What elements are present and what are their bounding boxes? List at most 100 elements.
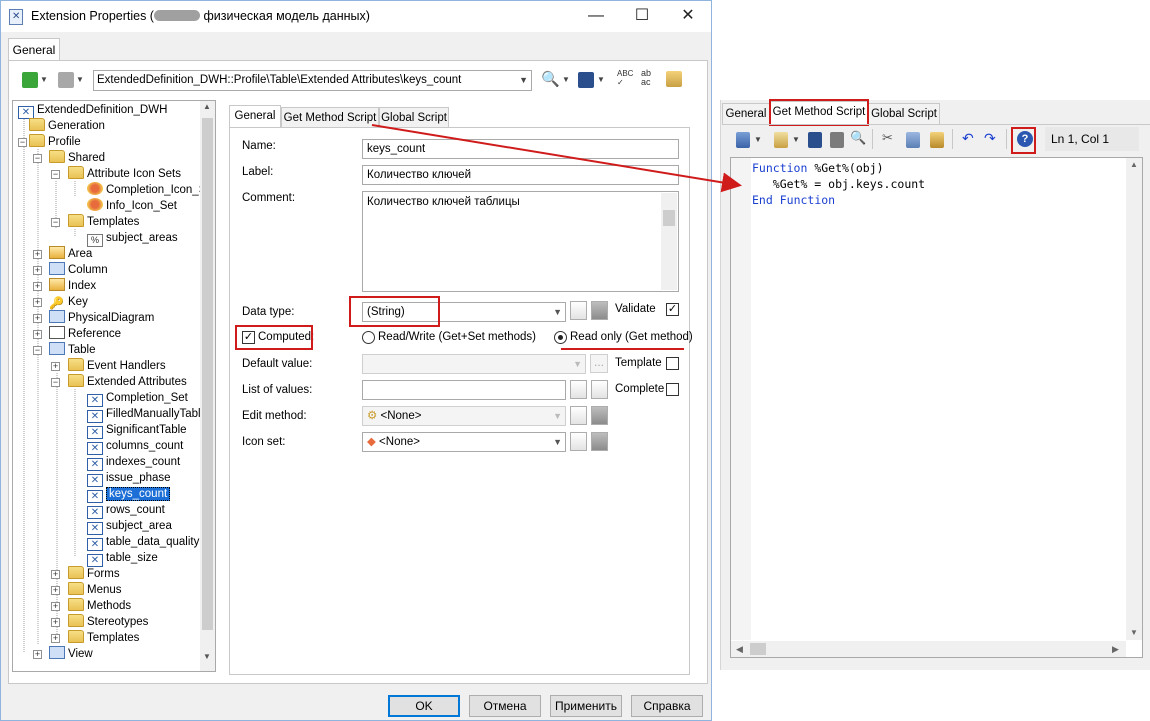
tree-item-completion-set[interactable]: ✕ Completion_Set [87, 390, 188, 407]
list-edit-button[interactable] [591, 380, 608, 399]
ok-button[interactable]: OK [388, 695, 460, 717]
default-value-combo[interactable]: ▼ [362, 354, 586, 374]
cancel-button[interactable]: Отмена [469, 695, 541, 717]
replace-icon[interactable]: ab ac [641, 69, 651, 87]
save-dropdown-icon[interactable]: ▼ [597, 75, 605, 84]
tree-item-subject-area[interactable]: ✕ subject_area [87, 518, 172, 535]
copy-icon[interactable] [906, 132, 920, 148]
search-dropdown-icon[interactable]: ▼ [562, 75, 570, 84]
tree-item-physical-diagram[interactable]: PhysicalDiagram [49, 310, 154, 326]
editor-horizontal-scrollbar[interactable] [731, 641, 1126, 657]
tree-item-stereotypes[interactable]: Stereotypes [68, 614, 148, 630]
save-icon[interactable] [808, 132, 822, 148]
tree-item-templates-table[interactable]: Templates [68, 630, 139, 646]
tree-item-filled-manually-table[interactable]: ✕ FilledManuallyTable [87, 406, 207, 423]
tab-get-method-script[interactable]: Get Method Script [281, 107, 379, 128]
tab-general[interactable]: General [229, 105, 281, 128]
expand-toggle[interactable]: + [33, 330, 42, 339]
tree-item-column[interactable]: Column [49, 262, 108, 278]
list-dropdown-icon[interactable]: ▼ [754, 135, 762, 144]
edit-create-button[interactable] [570, 406, 587, 425]
expand-toggle[interactable]: + [33, 266, 42, 275]
help-button[interactable]: Справка [631, 695, 703, 717]
collapse-toggle[interactable]: − [18, 138, 27, 147]
tree-item-issue-phase[interactable]: ✕ issue_phase [87, 470, 171, 487]
create-button[interactable] [570, 301, 587, 320]
expand-toggle[interactable]: + [33, 650, 42, 659]
tree-item-columns-count[interactable]: ✕ columns_count [87, 438, 183, 455]
tree-item-generation[interactable]: Generation [29, 118, 105, 134]
tree-item-forms[interactable]: Forms [68, 566, 120, 582]
tree-item-shared[interactable]: Shared [49, 150, 105, 166]
back-arrow-icon[interactable] [22, 72, 38, 88]
tree-item-info-icon-set[interactable]: Info_Icon_Set [87, 198, 177, 214]
readonly-radio[interactable] [554, 331, 567, 344]
expand-toggle[interactable]: + [51, 634, 60, 643]
tree-item-keys-count[interactable]: ✕ keys_count [87, 486, 171, 503]
minimize-button[interactable]: — [573, 1, 619, 32]
expand-toggle[interactable]: + [33, 314, 42, 323]
label-field[interactable]: Количество ключей [362, 165, 679, 185]
expand-toggle[interactable]: + [51, 570, 60, 579]
scroll-up-icon[interactable]: ▲ [203, 102, 211, 111]
scroll-right-icon[interactable]: ▶ [1112, 644, 1119, 655]
properties-button[interactable] [591, 301, 608, 320]
readwrite-radio[interactable] [362, 331, 375, 344]
tree-item-event-handlers[interactable]: Event Handlers [68, 358, 166, 374]
tab-global-script[interactable]: Global Script [379, 107, 449, 128]
undo-icon[interactable]: ↶ [962, 130, 974, 147]
validate-checkbox[interactable]: ✓ [666, 303, 679, 316]
tree-item-menus[interactable]: Menus [68, 582, 122, 598]
expand-toggle[interactable]: + [51, 362, 60, 371]
expand-toggle[interactable]: + [51, 618, 60, 627]
scroll-left-icon[interactable]: ◀ [736, 644, 743, 655]
browse-button[interactable]: ... [590, 354, 608, 373]
icon-set-combo[interactable]: ◆ <None> ▼ [362, 432, 566, 452]
tab-general-outer[interactable]: General [8, 38, 60, 61]
tree-item-significant-table[interactable]: ✕ SignificantTable [87, 422, 187, 439]
comment-scrollbar-thumb[interactable] [663, 210, 675, 226]
print-icon[interactable] [830, 132, 844, 148]
close-button[interactable]: ✕ [665, 1, 711, 32]
expand-toggle[interactable]: + [33, 298, 42, 307]
tree-item-table-size[interactable]: ✕ table_size [87, 550, 158, 567]
tab-general[interactable]: General [722, 103, 770, 124]
collapse-toggle[interactable]: − [51, 170, 60, 179]
back-dropdown-icon[interactable]: ▼ [40, 75, 48, 84]
scroll-down-icon[interactable]: ▼ [203, 652, 211, 661]
edit-dropdown-icon[interactable]: ▼ [792, 135, 800, 144]
tree-item-indexes-count[interactable]: ✕ indexes_count [87, 454, 180, 471]
collapse-toggle[interactable]: − [51, 378, 60, 387]
apply-button[interactable]: Применить [550, 695, 622, 717]
paste-icon[interactable] [930, 132, 944, 148]
tree-item-root[interactable]: ✕ ExtendedDefinition_DWH [18, 102, 167, 119]
edit-icon[interactable] [774, 132, 788, 148]
properties-icon[interactable] [666, 71, 682, 87]
tree-item-subject-areas[interactable]: % subject_areas [87, 230, 178, 247]
forward-arrow-icon[interactable] [58, 72, 74, 88]
save-icon[interactable] [578, 72, 594, 88]
editor-scrollbar-thumb[interactable] [750, 643, 766, 655]
list-icon[interactable] [736, 132, 750, 148]
expand-toggle[interactable]: + [51, 586, 60, 595]
tree-item-extended-attributes[interactable]: Extended Attributes [68, 374, 187, 390]
complete-checkbox[interactable] [666, 383, 679, 396]
tree-item-table[interactable]: Table [49, 342, 96, 358]
forward-dropdown-icon[interactable]: ▼ [76, 75, 84, 84]
tree-item-index[interactable]: Index [49, 278, 96, 294]
collapse-toggle[interactable]: − [33, 154, 42, 163]
tree-item-completion-icon-set[interactable]: Completion_Icon_Se [87, 182, 213, 198]
script-code[interactable]: Function %Get%(obj) %Get% = obj.keys.cou… [752, 160, 925, 208]
redo-icon[interactable]: ↷ [984, 130, 996, 147]
scroll-down-icon[interactable]: ▼ [1130, 628, 1138, 637]
tree-item-table-data-quality[interactable]: ✕ table_data_quality [87, 534, 199, 551]
edit-method-combo[interactable]: ⚙ <None> ▼ [362, 406, 566, 426]
tree-item-view[interactable]: View [49, 646, 93, 662]
list-of-values-field[interactable] [362, 380, 566, 400]
tree-scrollbar-thumb[interactable] [202, 118, 213, 630]
tree-item-key[interactable]: 🔑 Key [49, 294, 88, 310]
name-field[interactable]: keys_count [362, 139, 679, 159]
search-icon[interactable]: 🔍 [541, 70, 560, 88]
tree-item-reference[interactable]: Reference [49, 326, 121, 342]
find-icon[interactable]: 🔍 [850, 130, 866, 146]
